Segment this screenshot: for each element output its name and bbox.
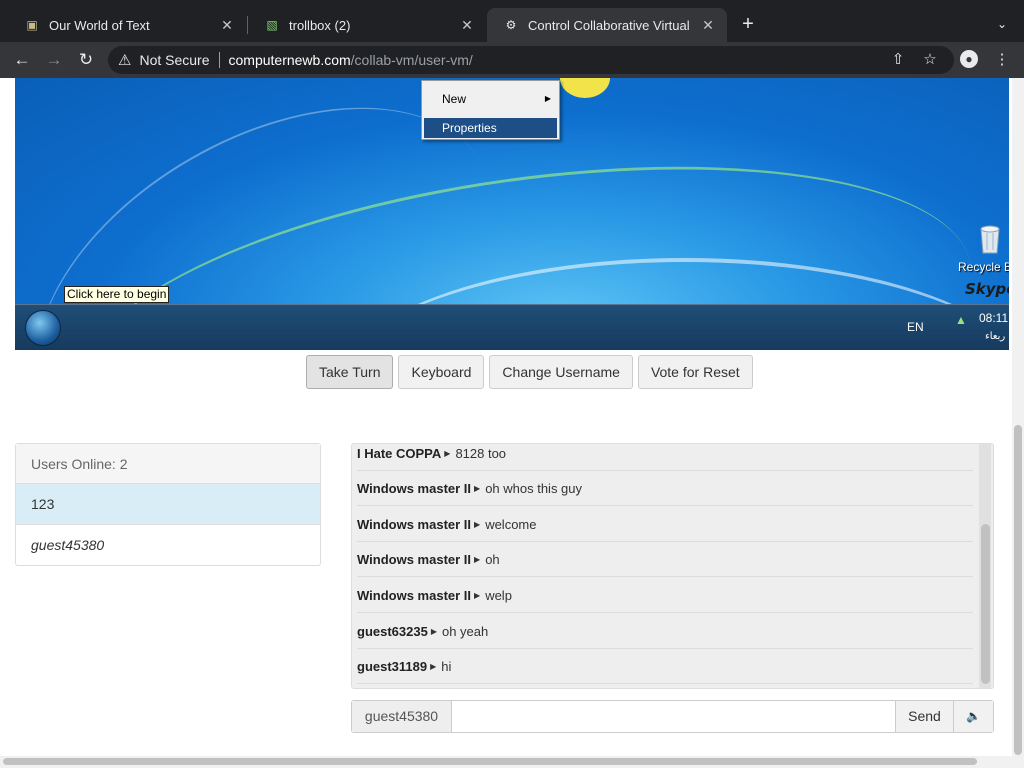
context-menu-item-properties[interactable]: Properties bbox=[424, 118, 557, 138]
chat-text: hi bbox=[441, 658, 452, 674]
users-online-panel: Users Online: 2 123 guest45380 bbox=[15, 443, 321, 566]
divider bbox=[218, 52, 220, 68]
tab-search-button[interactable]: ⌄ bbox=[992, 14, 1012, 34]
chat-text: welcome bbox=[485, 516, 537, 532]
browser-toolbar: ← → ↻ ⚠ Not Secure computernewb.com/coll… bbox=[0, 42, 1024, 78]
chat-username: guest63235 bbox=[357, 623, 428, 639]
close-icon[interactable]: ✕ bbox=[699, 17, 717, 34]
share-icon[interactable]: ⇧ bbox=[886, 48, 910, 72]
chat-input-row: guest45380 Send 🔈 bbox=[351, 700, 994, 733]
chat-username: Windows master II bbox=[357, 516, 472, 532]
chat-username: guest31189 bbox=[357, 658, 428, 674]
chat-message: Windows master II ▶ oh whos this guy bbox=[357, 471, 973, 506]
chat-text: oh bbox=[485, 551, 500, 567]
language-indicator[interactable]: EN bbox=[907, 320, 924, 334]
wallpaper-glow bbox=[560, 78, 610, 98]
submenu-arrow-icon: ▶ bbox=[544, 94, 551, 103]
close-icon[interactable]: ✕ bbox=[218, 17, 236, 34]
browser-tabbar: ▣ Our World of Text ✕ ▧ trollbox (2) ✕ ⚙… bbox=[0, 0, 1024, 42]
arrow-icon: ▶ bbox=[430, 661, 437, 671]
bookmark-star-icon[interactable]: ☆ bbox=[918, 48, 942, 72]
chat-message: I Hate COPPA ▶ 8128 too bbox=[357, 444, 973, 471]
trollbox-icon: ▧ bbox=[266, 18, 278, 32]
chat-message: guest63235 ▶ oh yeah bbox=[357, 614, 973, 649]
page-horizontal-scroll-thumb[interactable] bbox=[3, 758, 977, 765]
tab-collab-vm[interactable]: ⚙ Control Collaborative Virtual M ✕ bbox=[487, 8, 727, 42]
address-bar[interactable]: ⚠ Not Secure computernewb.com/collab-vm/… bbox=[108, 46, 954, 74]
chat-username: Windows master II bbox=[357, 587, 472, 603]
start-tooltip: Click here to begin bbox=[64, 286, 170, 303]
skype-icon-label[interactable]: Skype bbox=[965, 280, 1009, 298]
menu-item-label: New bbox=[442, 92, 467, 106]
menu-item-label: Properties bbox=[442, 121, 497, 135]
tab-title: Control Collaborative Virtual M bbox=[528, 17, 693, 33]
clock-time[interactable]: 08:11 bbox=[979, 311, 1008, 325]
url-host: computernewb.com bbox=[228, 52, 351, 68]
start-orb-icon[interactable] bbox=[25, 310, 61, 346]
chat-log[interactable]: I Hate COPPA ▶ 8128 too Windows master II ▶… bbox=[351, 443, 994, 689]
arrow-icon: ▶ bbox=[430, 626, 437, 636]
reload-button[interactable]: ↻ bbox=[74, 48, 98, 72]
chat-username: Windows master II bbox=[357, 480, 472, 496]
tab-trollbox[interactable]: ▧ trollbox (2) ✕ bbox=[248, 8, 486, 42]
arrow-icon: ▶ bbox=[474, 483, 481, 493]
chat-username: Windows master II bbox=[357, 551, 472, 567]
chat-text: oh whos this guy bbox=[485, 480, 583, 496]
context-menu-item-new[interactable]: New ▶ bbox=[424, 89, 557, 109]
tab-our-world-of-text[interactable]: ▣ Our World of Text ✕ bbox=[8, 8, 246, 42]
tab-title: trollbox (2) bbox=[289, 17, 351, 33]
chat-message: guest31189 ▶ hi bbox=[357, 649, 973, 684]
send-button[interactable]: Send bbox=[895, 701, 953, 732]
chat-text: oh yeah bbox=[441, 623, 489, 639]
recycle-bin-icon[interactable] bbox=[977, 223, 1003, 255]
user-list-item[interactable]: guest45380 bbox=[16, 525, 320, 566]
url-path: /collab-vm/user-vm/ bbox=[350, 52, 473, 68]
warning-icon: ⚠ bbox=[118, 52, 132, 69]
new-tab-button[interactable]: + bbox=[736, 13, 760, 37]
chat-username-label: guest45380 bbox=[352, 701, 452, 732]
chat-message: Windows master II ▶ oh bbox=[357, 542, 973, 577]
chat-text: 8128 too bbox=[455, 445, 507, 461]
vote-reset-button[interactable]: Vote for Reset bbox=[637, 355, 753, 389]
speaker-icon[interactable]: 🔈 bbox=[953, 701, 993, 732]
arrow-icon: ▶ bbox=[444, 448, 451, 458]
vm-taskbar: EN ▲ 08:11 ربعاء bbox=[15, 304, 1009, 350]
chat-username: I Hate COPPA bbox=[357, 445, 442, 461]
arrow-icon: ▶ bbox=[474, 554, 481, 564]
recycle-bin-label: Recycle B bbox=[958, 260, 1009, 274]
clock-date: ربعاء bbox=[985, 331, 1006, 342]
globe-icon: ▣ bbox=[26, 18, 38, 32]
vm-icon: ⚙ bbox=[505, 18, 517, 32]
chat-scroll-thumb[interactable] bbox=[981, 524, 990, 684]
security-label: Not Secure bbox=[139, 52, 210, 68]
close-icon[interactable]: ✕ bbox=[458, 17, 476, 34]
forward-button[interactable]: → bbox=[42, 48, 66, 72]
tab-title: Our World of Text bbox=[49, 17, 150, 33]
network-tray-icon[interactable]: ▲ bbox=[955, 313, 969, 343]
chat-message: Windows master II ▶ welp bbox=[357, 578, 973, 613]
keyboard-button[interactable]: Keyboard bbox=[398, 355, 485, 389]
page-vertical-scroll-thumb[interactable] bbox=[1014, 425, 1022, 755]
menu-kebab-icon[interactable]: ⋮ bbox=[990, 48, 1014, 72]
chat-text: welp bbox=[485, 587, 512, 603]
users-online-header: Users Online: 2 bbox=[16, 444, 320, 484]
chat-message: Windows master II ▶ welcome bbox=[357, 507, 973, 542]
arrow-icon: ▶ bbox=[474, 590, 481, 600]
context-menu: New ▶ Properties bbox=[421, 80, 560, 140]
chat-input[interactable] bbox=[452, 701, 895, 732]
arrow-icon: ▶ bbox=[474, 519, 481, 529]
profile-avatar-icon[interactable]: ● bbox=[960, 50, 978, 68]
vm-display[interactable]: New ▶ Properties Recycle B Skype Click h… bbox=[15, 78, 1009, 350]
change-username-button[interactable]: Change Username bbox=[489, 355, 633, 389]
back-button[interactable]: ← bbox=[10, 48, 34, 72]
user-list-item[interactable]: 123 bbox=[16, 484, 320, 525]
take-turn-button[interactable]: Take Turn bbox=[306, 355, 394, 389]
vm-controls: Take Turn Keyboard Change Username Vote … bbox=[306, 355, 753, 389]
